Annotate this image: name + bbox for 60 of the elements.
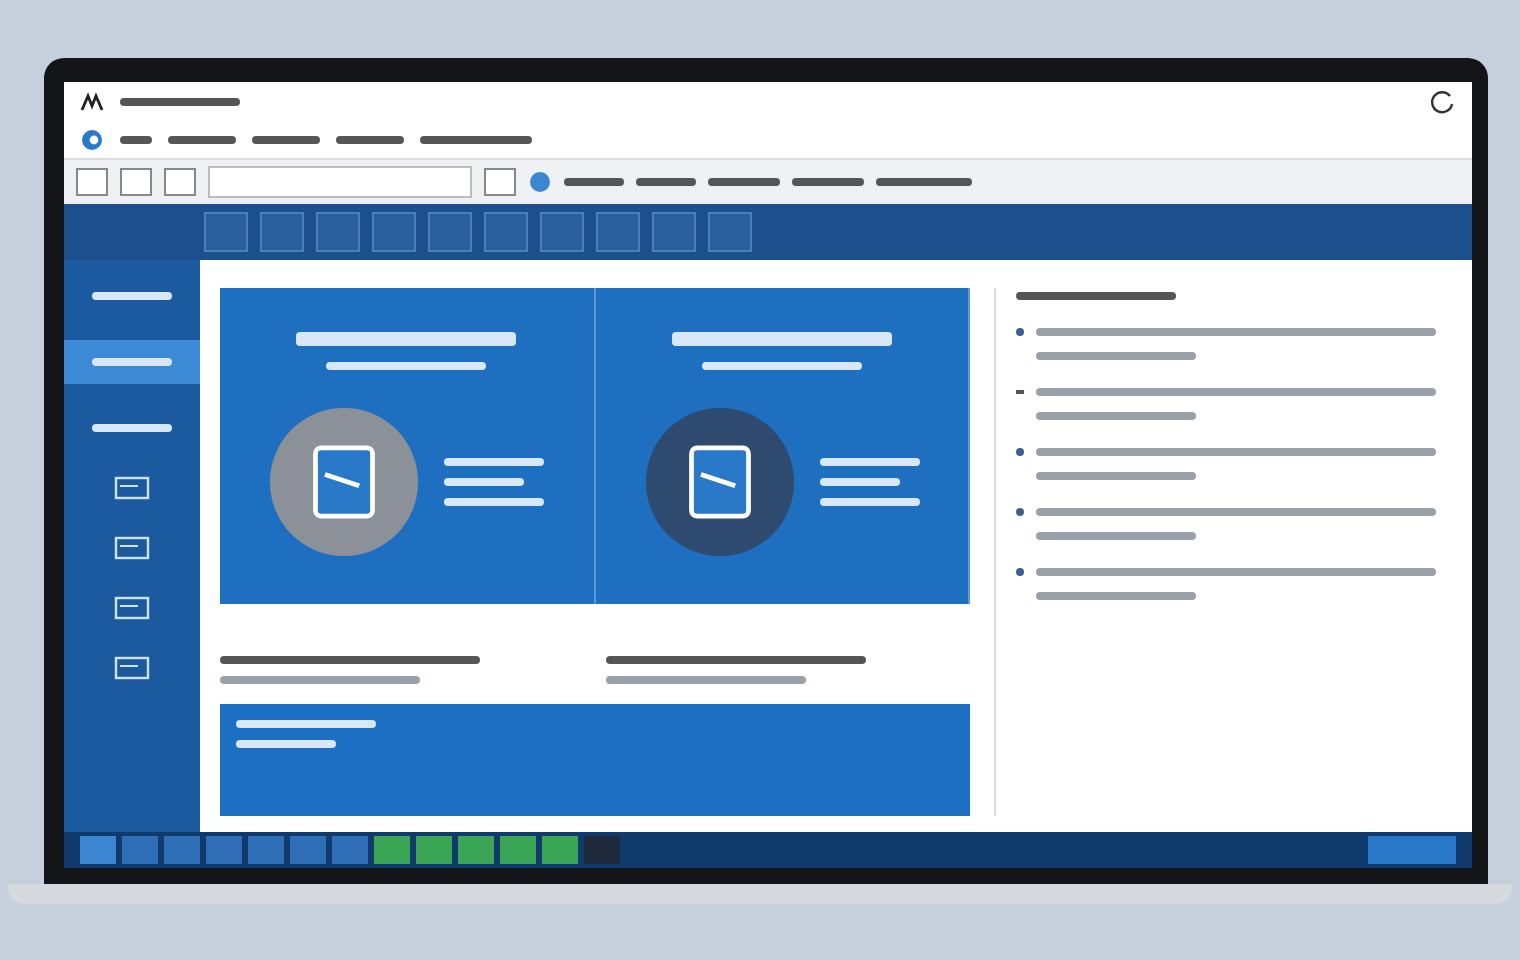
taskbar-icon[interactable]	[80, 836, 116, 864]
toolbar-button[interactable]	[484, 168, 516, 196]
illegible-text	[708, 178, 780, 186]
taskbar-icon[interactable]	[374, 836, 410, 864]
illegible-text	[792, 178, 864, 186]
taskbar-icon[interactable]	[542, 836, 578, 864]
ribbon-button[interactable]	[260, 212, 304, 252]
illegible-text	[120, 135, 152, 143]
ribbon-button[interactable]	[652, 212, 696, 252]
taskbar-icon[interactable]	[164, 836, 200, 864]
illegible-text	[236, 739, 336, 748]
toolbar-button[interactable]	[120, 168, 152, 196]
illegible-text	[564, 178, 624, 186]
window-icon	[114, 596, 150, 620]
ribbon-button[interactable]	[484, 212, 528, 252]
sidebar-item[interactable]	[64, 340, 200, 384]
refresh-icon[interactable]	[1428, 87, 1456, 115]
illegible-text	[819, 498, 920, 506]
ribbon-button[interactable]	[372, 212, 416, 252]
ribbon-button[interactable]	[204, 212, 248, 252]
taskbar-icon[interactable]	[290, 836, 326, 864]
window-icon	[114, 656, 150, 680]
illegible-text	[876, 178, 972, 186]
illegible-text	[819, 458, 920, 466]
ribbon-button[interactable]	[316, 212, 360, 252]
window-icon	[114, 536, 150, 560]
illegible-text	[420, 135, 532, 143]
illegible-text	[336, 135, 404, 143]
illegible-text	[92, 292, 172, 300]
input-field[interactable]	[208, 166, 472, 198]
toolbar-button[interactable]	[164, 168, 196, 196]
taskbar-icon[interactable]	[416, 836, 452, 864]
taskbar-icon[interactable]	[500, 836, 536, 864]
circle-icon[interactable]	[528, 170, 552, 194]
illegible-text	[636, 178, 696, 186]
illegible-text	[819, 478, 900, 486]
ribbon-button[interactable]	[596, 212, 640, 252]
illegible-text	[444, 478, 525, 486]
illegible-text	[92, 358, 172, 366]
taskbar-icon[interactable]	[584, 836, 620, 864]
window-icon	[114, 476, 150, 500]
taskbar-icon[interactable]	[458, 836, 494, 864]
taskbar-icon[interactable]	[248, 836, 284, 864]
taskbar-icon[interactable]	[206, 836, 242, 864]
illegible-text	[252, 135, 320, 143]
illegible-text	[168, 135, 236, 143]
illegible-text	[444, 458, 545, 466]
app-logo-icon	[80, 91, 104, 111]
ribbon-button[interactable]	[540, 212, 584, 252]
ribbon-button[interactable]	[428, 212, 472, 252]
illegible-text	[444, 498, 545, 506]
ribbon-button[interactable]	[708, 212, 752, 252]
illegible-text	[92, 424, 172, 432]
taskbar-icon[interactable]	[332, 836, 368, 864]
illegible-text	[120, 97, 240, 105]
taskbar-icon[interactable]	[122, 836, 158, 864]
circle-logo-icon	[80, 127, 104, 151]
toolbar-button[interactable]	[76, 168, 108, 196]
system-tray[interactable]	[1368, 836, 1456, 864]
illegible-text	[236, 719, 376, 728]
